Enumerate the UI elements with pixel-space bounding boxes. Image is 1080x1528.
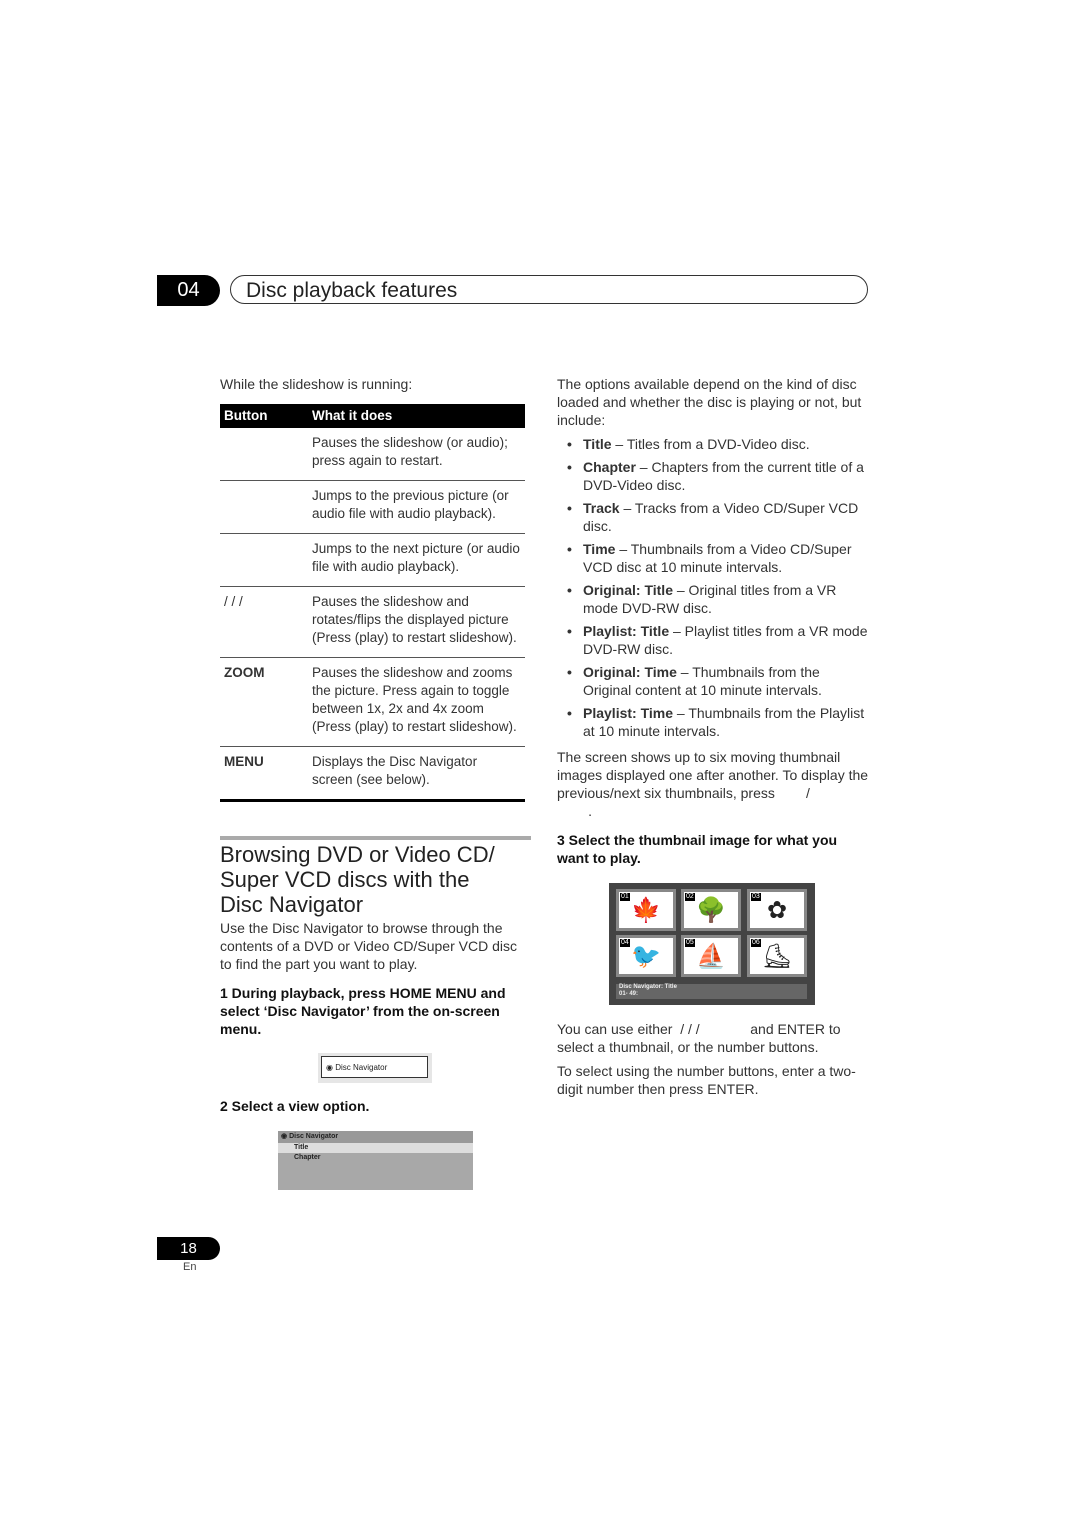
disc-icon: ◉ xyxy=(326,1063,333,1072)
manual-page: 04 Disc playback features While the slid… xyxy=(0,0,1080,1528)
screen-description: The screen shows up to six moving thumbn… xyxy=(557,749,869,819)
view-menu-screenshot: ◉ Disc Navigator Title Chapter xyxy=(278,1131,473,1190)
thumbnail-windsurf[interactable]: 05 ⛵ xyxy=(681,935,741,977)
table-intro: While the slideshow is running: xyxy=(220,376,413,392)
list-item: Playlist: Title – Playlist titles from a… xyxy=(557,622,869,658)
thumbnail-leaf[interactable]: 01 🍁 xyxy=(616,889,676,931)
section-intro: Use the Disc Navigator to browse through… xyxy=(220,920,517,972)
col-header-button: Button xyxy=(220,404,308,428)
page-number: 18 xyxy=(157,1237,220,1260)
table-row: Jumps to the next picture (or audio file… xyxy=(220,533,525,587)
step-2: 2 Select a view option. xyxy=(220,1098,370,1114)
thumbnail-tree[interactable]: 02 🌳 xyxy=(681,889,741,931)
view-option-title: Title xyxy=(278,1143,473,1153)
list-item: Original: Title – Original titles from a… xyxy=(557,581,869,617)
thumbnail-skater[interactable]: 06 ⛸ xyxy=(747,935,807,977)
disc-icon: ◉ xyxy=(281,1133,288,1140)
thumbnail-screen: 01 🍁 02 🌳 03 ✿ 04 🐦 05 ⛵ 06 ⛸ Disc Navigator: … xyxy=(609,883,815,1005)
language-label: En xyxy=(183,1261,197,1273)
list-item: Time – Thumbnails from a Video CD/Super … xyxy=(557,540,869,576)
menu-screenshot: ◉ Disc Navigator xyxy=(318,1053,432,1083)
disc-navigator-menu-item: ◉ Disc Navigator xyxy=(321,1056,428,1078)
menu-item-label: Disc Navigator xyxy=(335,1063,388,1072)
table-row: / / / Pauses the slideshow and rotates/fl… xyxy=(220,586,525,658)
step-3: 3 Select the thumbnail image for what yo… xyxy=(557,832,838,866)
selection-instructions: You can use either / / / and ENTER to se… xyxy=(557,1021,845,1055)
button-table: Button What it does Pauses the slideshow … xyxy=(220,404,525,802)
view-menu-title: Disc Navigator xyxy=(289,1133,339,1140)
chapter-title: Disc playback features xyxy=(230,275,868,304)
list-item: Title – Titles from a DVD-Video disc. xyxy=(557,435,869,453)
table-row: Pauses the slideshow (or audio); press a… xyxy=(220,428,525,481)
chapter-number: 04 xyxy=(157,275,220,306)
table-row: ZOOM Pauses the slideshow and zooms the p… xyxy=(220,657,525,747)
thumbnail-bird[interactable]: 04 🐦 xyxy=(616,935,676,977)
thumbnail-flower[interactable]: 03 ✿ xyxy=(747,889,807,931)
list-item: Original: Time – Thumbnails from the Ori… xyxy=(557,663,869,699)
table-row: MENU Displays the Disc Navigator screen (… xyxy=(220,746,525,802)
thumbnail-caption: Disc Navigator: Title 01- 49: xyxy=(616,984,807,999)
table-row: Jumps to the previous picture (or audio … xyxy=(220,480,525,534)
section-title: Browsing DVD or Video CD/ Super VCD disc… xyxy=(220,842,495,917)
options-intro: The options available depend on the kind… xyxy=(557,376,862,428)
number-instructions: To select using the number buttons, ente… xyxy=(557,1063,856,1097)
section-rule xyxy=(220,836,531,840)
view-options-list: Title – Titles from a DVD-Video disc. Ch… xyxy=(557,435,869,740)
list-item: Chapter – Chapters from the current titl… xyxy=(557,458,869,494)
list-item: Track – Tracks from a Video CD/Super VCD… xyxy=(557,499,869,535)
step-1: 1 During playback, press HOME MENU and s… xyxy=(220,985,506,1037)
list-item: Playlist: Time – Thumbnails from the Pla… xyxy=(557,704,869,740)
view-option-chapter: Chapter xyxy=(294,1154,321,1161)
col-header-what: What it does xyxy=(308,404,525,428)
